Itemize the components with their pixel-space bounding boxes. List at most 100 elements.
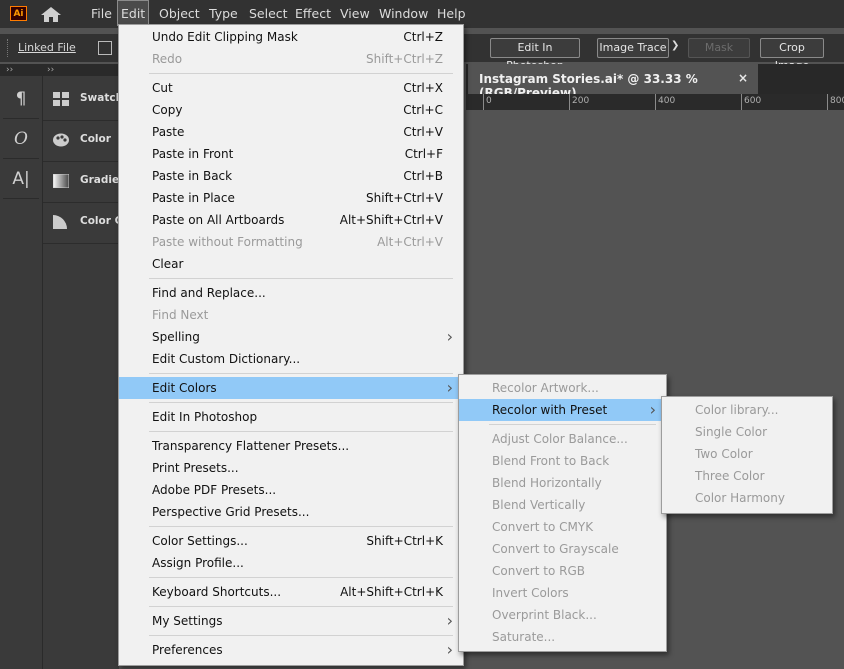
- menu-item-label: Keyboard Shortcuts...: [152, 585, 282, 599]
- menu-item-find-next[interactable]: Find Next: [119, 304, 463, 326]
- menu-item-color-harmony[interactable]: Color Harmony: [662, 487, 832, 509]
- character-icon[interactable]: A|: [3, 160, 39, 199]
- menu-item-perspective-grid-presets[interactable]: Perspective Grid Presets...: [119, 501, 463, 523]
- ruler-label: 200: [572, 96, 590, 106]
- menu-item-paste-in-place[interactable]: Paste in Place Shift+Ctrl+V: [119, 187, 463, 209]
- panel-gradient[interactable]: Gradient: [43, 162, 119, 203]
- menu-item-copy[interactable]: Copy Ctrl+C: [119, 99, 463, 121]
- crop-image-button[interactable]: Crop Image: [760, 38, 824, 72]
- menu-item-adjust-color-balance[interactable]: Adjust Color Balance...: [459, 428, 666, 450]
- menu-edit[interactable]: Edit: [117, 0, 150, 26]
- menu-item-convert-to-grayscale[interactable]: Convert to Grayscale: [459, 538, 666, 560]
- menu-item-edit-colors[interactable]: Edit Colors ›: [119, 377, 463, 399]
- menu-item-overprint-black[interactable]: Overprint Black...: [459, 604, 666, 626]
- menu-item-shortcut: Ctrl+X: [403, 81, 443, 95]
- menu-item-two-color[interactable]: Two Color: [662, 443, 832, 465]
- menu-item-paste-in-back[interactable]: Paste in Back Ctrl+B: [119, 165, 463, 187]
- chevron-down-icon[interactable]: ❯: [671, 40, 679, 51]
- panels-collapse[interactable]: ››: [43, 64, 119, 76]
- menu-item-adobe-pdf-presets[interactable]: Adobe PDF Presets...: [119, 479, 463, 501]
- edit-in-photoshop-button[interactable]: Edit In Photoshop: [490, 38, 580, 72]
- panel-color[interactable]: Color: [43, 121, 119, 162]
- menu-item-assign-profile[interactable]: Assign Profile...: [119, 552, 463, 574]
- document-tab[interactable]: Instagram Stories.ai* @ 33.33 % (RGB/Pre…: [468, 64, 758, 100]
- menu-item-single-color[interactable]: Single Color: [662, 421, 832, 443]
- panel-color-guide[interactable]: Color Guide: [43, 203, 119, 244]
- menu-item-redo[interactable]: Redo Shift+Ctrl+Z: [119, 48, 463, 70]
- menu-item-label: Paste without Formatting: [152, 235, 303, 249]
- menu-item-cut[interactable]: Cut Ctrl+X: [119, 77, 463, 99]
- menu-item-label: Convert to RGB: [492, 564, 585, 578]
- menu-item-print-presets[interactable]: Print Presets...: [119, 457, 463, 479]
- menu-file[interactable]: File: [88, 0, 115, 28]
- ruler-tick: [483, 94, 484, 110]
- menu-item-shortcut: Ctrl+Z: [403, 30, 443, 44]
- menu-item-blend-vertically[interactable]: Blend Vertically: [459, 494, 666, 516]
- menu-item-convert-to-rgb[interactable]: Convert to RGB: [459, 560, 666, 582]
- mask-button[interactable]: Mask: [688, 38, 750, 58]
- menu-item-edit-custom-dictionary[interactable]: Edit Custom Dictionary...: [119, 348, 463, 370]
- panel-color-guide-label: Color Guide: [80, 215, 119, 227]
- menu-item-label: Saturate...: [492, 630, 556, 644]
- menu-item-label: Find and Replace...: [152, 286, 266, 300]
- menu-item-paste-on-all-artboards[interactable]: Paste on All Artboards Alt+Shift+Ctrl+V: [119, 209, 463, 231]
- dock-collapse[interactable]: ››: [0, 64, 42, 76]
- menu-item-invert-colors[interactable]: Invert Colors: [459, 582, 666, 604]
- menu-item-label: Adobe PDF Presets...: [152, 483, 277, 497]
- menu-item-label: Blend Horizontally: [492, 476, 602, 490]
- edit-menu: Undo Edit Clipping Mask Ctrl+Z Redo Shift+C…: [118, 24, 464, 666]
- menu-item-three-color[interactable]: Three Color: [662, 465, 832, 487]
- menu-item-label: Transparency Flattener Presets...: [152, 439, 350, 453]
- menu-item-label: Color library...: [695, 403, 779, 417]
- color-palette-icon: [53, 133, 69, 147]
- linked-file-link[interactable]: Linked File: [18, 41, 76, 54]
- menu-item-label: Two Color: [695, 447, 753, 461]
- menu-item-paste-in-front[interactable]: Paste in Front Ctrl+F: [119, 143, 463, 165]
- menu-item-find-and-replace[interactable]: Find and Replace...: [119, 282, 463, 304]
- paragraph-icon[interactable]: ¶: [3, 80, 39, 119]
- document-tab-bar: Instagram Stories.ai* @ 33.33 % (RGB/Pre…: [466, 64, 844, 100]
- chevron-right-icon: ›: [446, 378, 453, 397]
- color-guide-icon: [53, 215, 67, 229]
- panel-color-label: Color: [80, 133, 111, 145]
- menu-item-paste-without-formatting[interactable]: Paste without Formatting Alt+Ctrl+V: [119, 231, 463, 253]
- menu-separator: [149, 373, 453, 374]
- menu-item-recolor-with-preset[interactable]: Recolor with Preset ›: [459, 399, 666, 421]
- close-icon[interactable]: ×: [738, 71, 748, 85]
- menu-item-blend-front-to-back[interactable]: Blend Front to Back: [459, 450, 666, 472]
- menu-item-clear[interactable]: Clear: [119, 253, 463, 275]
- menu-item-my-settings[interactable]: My Settings ›: [119, 610, 463, 632]
- menu-item-color-library[interactable]: Color library...: [662, 399, 832, 421]
- menu-item-undo-edit-clipping-mask[interactable]: Undo Edit Clipping Mask Ctrl+Z: [119, 26, 463, 48]
- menu-item-shortcut: Ctrl+B: [403, 169, 443, 183]
- menu-item-keyboard-shortcuts[interactable]: Keyboard Shortcuts... Alt+Shift+Ctrl+K: [119, 581, 463, 603]
- menu-item-label: Paste in Back: [152, 169, 233, 183]
- menu-item-label: Color Harmony: [695, 491, 785, 505]
- menu-item-shortcut: Alt+Shift+Ctrl+K: [340, 585, 443, 599]
- menu-separator: [149, 635, 453, 636]
- home-icon[interactable]: [40, 6, 62, 26]
- menu-item-blend-horizontally[interactable]: Blend Horizontally: [459, 472, 666, 494]
- menu-item-label: Paste in Place: [152, 191, 235, 205]
- chevron-right-icon: ›: [446, 327, 453, 346]
- panel-swatches[interactable]: Swatches: [43, 80, 119, 121]
- menu-item-transparency-flattener-presets[interactable]: Transparency Flattener Presets...: [119, 435, 463, 457]
- embed-icon[interactable]: [98, 41, 112, 55]
- menu-item-saturate[interactable]: Saturate...: [459, 626, 666, 648]
- menu-item-edit-in-photoshop[interactable]: Edit In Photoshop: [119, 406, 463, 428]
- image-trace-button[interactable]: Image Trace: [597, 38, 669, 58]
- grip-handle[interactable]: [7, 39, 10, 57]
- menu-item-label: Recolor with Preset: [492, 403, 608, 417]
- menu-item-convert-to-cmyk[interactable]: Convert to CMYK: [459, 516, 666, 538]
- menu-item-label: Assign Profile...: [152, 556, 244, 570]
- menu-item-label: Print Presets...: [152, 461, 239, 475]
- menu-item-preferences[interactable]: Preferences ›: [119, 639, 463, 661]
- menu-item-paste[interactable]: Paste Ctrl+V: [119, 121, 463, 143]
- menu-separator: [149, 577, 453, 578]
- opentype-icon[interactable]: O: [3, 120, 39, 159]
- menu-item-shortcut: Alt+Ctrl+V: [377, 235, 443, 249]
- menu-item-color-settings[interactable]: Color Settings... Shift+Ctrl+K: [119, 530, 463, 552]
- menu-item-recolor-artwork[interactable]: Recolor Artwork...: [459, 377, 666, 399]
- menu-item-label: Clear: [152, 257, 184, 271]
- menu-item-spelling[interactable]: Spelling ›: [119, 326, 463, 348]
